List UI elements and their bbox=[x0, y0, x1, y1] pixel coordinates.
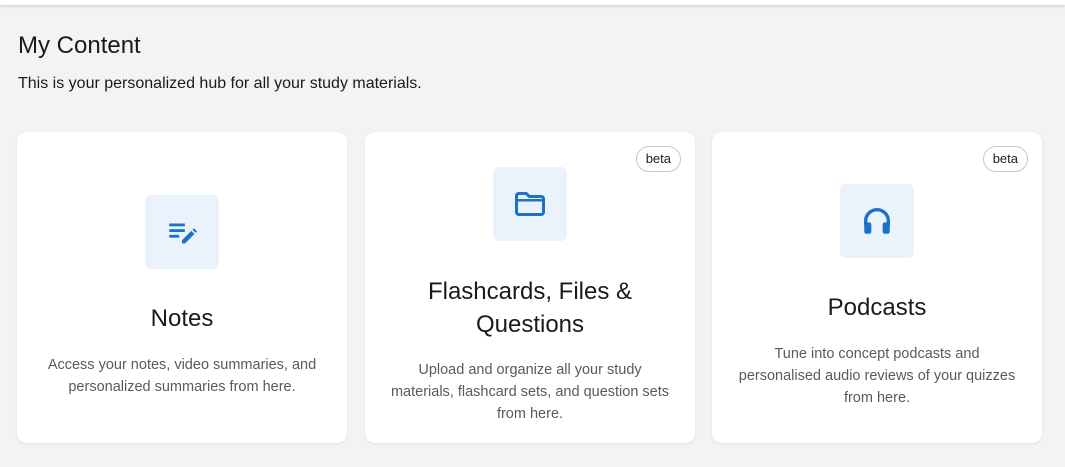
podcasts-card[interactable]: beta Podcasts Tune into concept podcasts… bbox=[712, 132, 1042, 443]
beta-badge: beta bbox=[982, 146, 1028, 172]
beta-badge: beta bbox=[635, 146, 681, 172]
folder-icon bbox=[515, 192, 545, 216]
flashcards-description: Upload and organize all your study mater… bbox=[390, 362, 670, 422]
top-bar-edge bbox=[0, 0, 1065, 5]
page-title: My Content bbox=[18, 32, 141, 59]
folder-icon-box bbox=[493, 167, 567, 241]
podcasts-description: Tune into concept podcasts and personali… bbox=[738, 346, 1016, 406]
headphones-icon-box bbox=[840, 184, 914, 258]
flashcards-files-questions-card[interactable]: beta Flashcards, Files & Questions Uploa… bbox=[365, 132, 695, 443]
podcasts-title: Podcasts bbox=[827, 294, 927, 321]
headphones-icon bbox=[863, 208, 891, 234]
notes-icon-box bbox=[145, 195, 219, 269]
notes-edit-icon bbox=[169, 223, 198, 244]
notes-title: Notes bbox=[150, 305, 214, 332]
notes-card[interactable]: Notes Access your notes, video summaries… bbox=[17, 132, 347, 443]
notes-description: Access your notes, video summaries, and … bbox=[47, 357, 317, 395]
page-subtitle: This is your personalized hub for all yo… bbox=[18, 75, 422, 92]
flashcards-title: Flashcards, Files & Questions bbox=[427, 278, 633, 338]
my-content-page: My Content This is your personalized hub… bbox=[0, 0, 1065, 467]
content-cards: Notes Access your notes, video summaries… bbox=[17, 132, 1042, 443]
